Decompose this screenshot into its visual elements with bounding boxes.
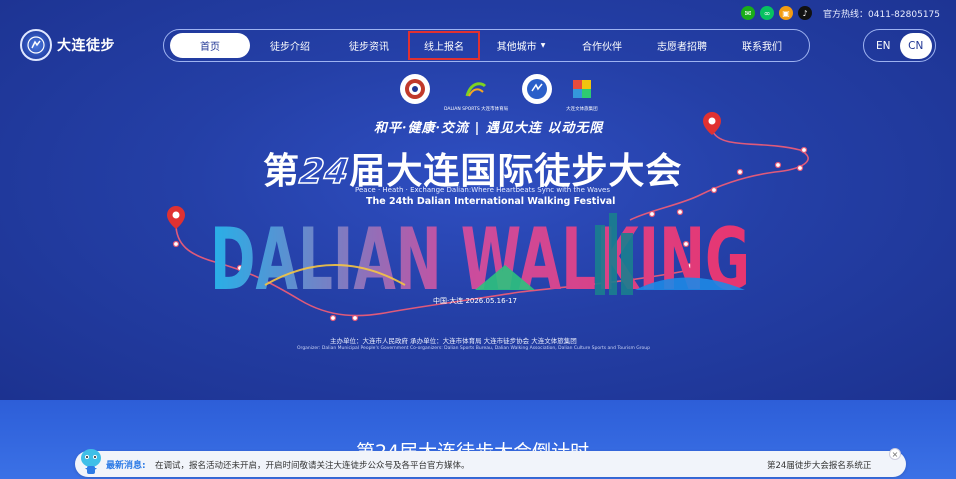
language-switch: EN CN	[863, 29, 936, 62]
miniprogram-icon[interactable]: ∞	[760, 6, 775, 20]
news-text[interactable]: 在调试，报名活动还未开启，开启时间敬请关注大连徒步公众号及各平台官方媒体。	[155, 459, 470, 471]
site-logo[interactable]: 大连徒步	[20, 29, 115, 61]
nav-item-contact[interactable]: 联系我们	[722, 33, 802, 58]
mascot-icon	[81, 449, 101, 474]
hero-banner: ✉ ∞ ▣ ♪ 官方热线：0411-82805175 大连徒步 首页 徒步介绍 …	[0, 0, 956, 400]
close-icon[interactable]: ×	[889, 448, 901, 460]
org-caption: DALIAN SPORTS 大连市体育局	[444, 107, 509, 112]
main-nav: 首页 徒步介绍 徒步资讯 线上报名 其他城市 ▼ 合作伙伴 志愿者招聘 联系我们	[163, 29, 810, 62]
nav-item-volunteers[interactable]: 志愿者招聘	[642, 33, 722, 58]
nav-item-other-cities-label: 其他城市	[496, 42, 537, 53]
association-seal-icon	[522, 74, 553, 104]
logo-emblem-icon	[20, 29, 52, 61]
shop-icon[interactable]: ▣	[779, 6, 794, 20]
nav-item-registration[interactable]: 线上报名	[408, 31, 480, 60]
organizers-en: Organizer: Dalian Municipal People's Gov…	[297, 346, 650, 351]
nav-item-intro[interactable]: 徒步介绍	[250, 33, 330, 58]
logo-text: 大连徒步	[57, 38, 115, 54]
org-logo	[400, 74, 430, 104]
title-number: 24	[296, 151, 353, 193]
hotline-text: 官方热线：0411-82805175	[823, 9, 940, 20]
sports-bureau-logo-icon	[461, 74, 491, 104]
wechat-icon[interactable]: ✉	[741, 6, 756, 20]
nav-item-partners[interactable]: 合作伙伴	[562, 33, 642, 58]
host-units: 主办单位：大连市人民政府 承办单位：大连市体育局 大连市徒步协会 大连文体旅集团	[330, 337, 577, 345]
news-label: 最新消息:	[106, 461, 146, 471]
lang-en-button[interactable]: EN	[867, 33, 900, 59]
nav-item-news[interactable]: 徒步资讯	[330, 33, 408, 58]
org-caption: 大连文体旅集团	[566, 107, 598, 112]
walking-association-emblem-icon	[400, 74, 430, 104]
top-utility-bar: ✉ ∞ ▣ ♪ 官方热线：0411-82805175	[741, 5, 940, 21]
org-logo: DALIAN SPORTS 大连市体育局	[444, 74, 508, 112]
culture-group-cube-icon	[567, 74, 597, 104]
title-prefix: 第	[263, 151, 301, 192]
dalian-walking-wordmark: DALIAN WALKING	[210, 210, 750, 300]
douyin-icon[interactable]: ♪	[798, 6, 813, 20]
event-subtitle-en: Peace · Heath · Exchange Dalian:Where He…	[355, 186, 611, 194]
caret-down-icon: ▼	[540, 42, 546, 49]
location-pin-icon	[703, 112, 721, 135]
lang-cn-button[interactable]: CN	[899, 32, 932, 59]
organizer-logos: DALIAN SPORTS 大连市体育局 大连文体旅集团	[400, 74, 598, 112]
nav-item-other-cities[interactable]: 其他城市 ▼	[480, 33, 562, 58]
org-logo	[522, 74, 553, 104]
event-slogan: 和平·健康·交流 | 遇见大连 以动无限	[374, 121, 604, 136]
location-pin-icon	[167, 206, 185, 229]
nav-item-home[interactable]: 首页	[170, 33, 250, 58]
news-text-next[interactable]: 第24届徒步大会报名系统正	[767, 459, 871, 471]
org-logo: 大连文体旅集团	[566, 74, 598, 112]
event-date: 中国·大连 2026.05.16-17	[433, 297, 517, 305]
